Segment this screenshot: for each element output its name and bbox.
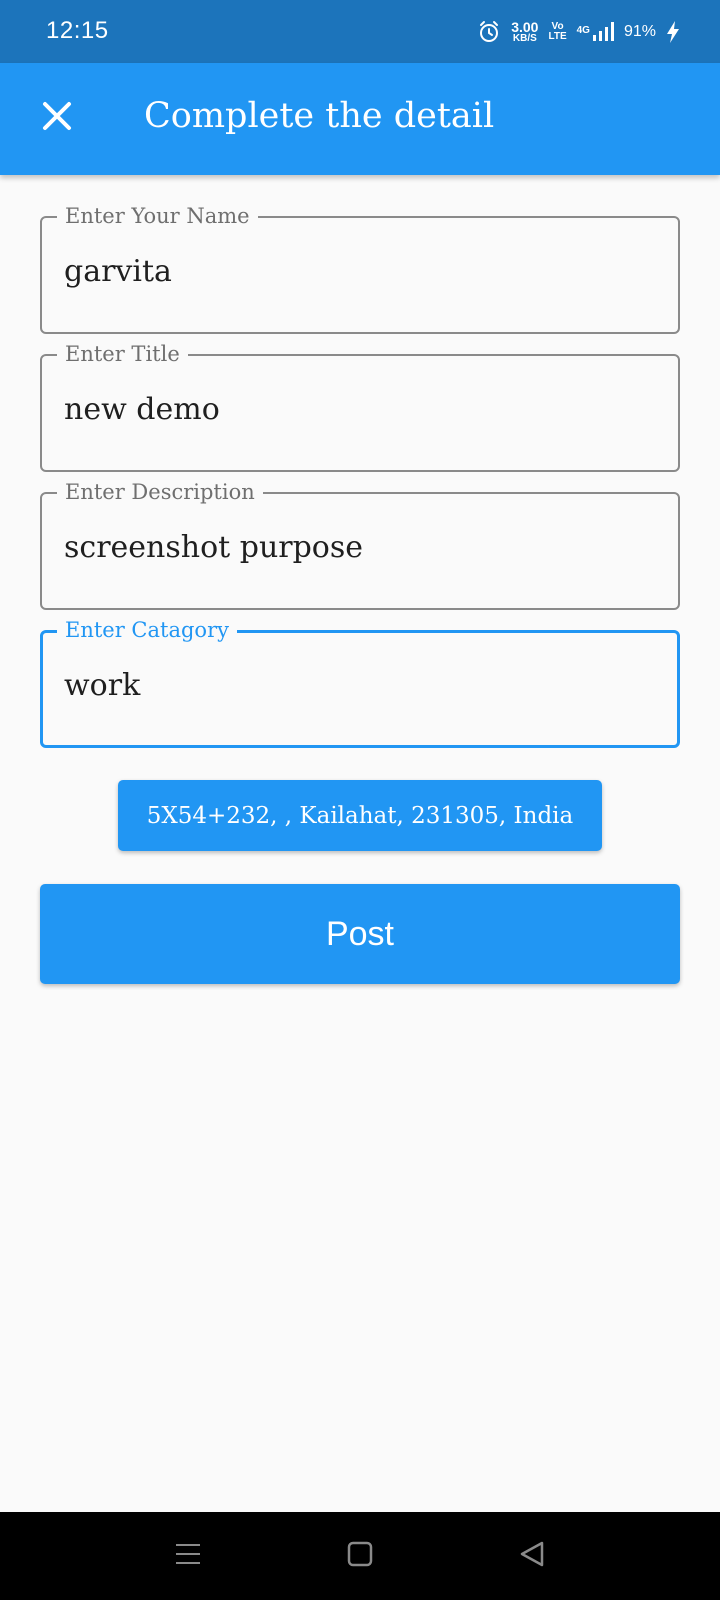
status-bar: 12:15 3.00 KB/S Vo LTE 4G 91% bbox=[0, 0, 720, 63]
location-button[interactable]: 5X54+232, , Kailahat, 231305, India bbox=[118, 780, 602, 851]
signal-icon bbox=[592, 21, 614, 43]
close-button[interactable] bbox=[30, 91, 84, 145]
back-icon bbox=[518, 1540, 546, 1573]
navigation-bar bbox=[0, 1512, 720, 1600]
network-indicator: 4G bbox=[577, 21, 614, 43]
home-button[interactable] bbox=[338, 1534, 382, 1578]
back-button[interactable] bbox=[510, 1534, 554, 1578]
status-icons: 3.00 KB/S Vo LTE 4G 91% bbox=[477, 14, 680, 50]
network-speed: 3.00 KB/S bbox=[511, 20, 538, 44]
title-field-label: Enter Title bbox=[57, 341, 188, 367]
description-field[interactable]: Enter Description screenshot purpose bbox=[40, 479, 680, 610]
menu-icon bbox=[174, 1540, 202, 1573]
title-field[interactable]: Enter Title new demo bbox=[40, 341, 680, 472]
battery-percent: 91% bbox=[623, 23, 656, 40]
network-type: 4G bbox=[576, 25, 590, 36]
menu-button[interactable] bbox=[166, 1534, 210, 1578]
close-icon bbox=[41, 100, 73, 137]
post-button[interactable]: Post bbox=[40, 884, 680, 984]
category-field-value: work bbox=[64, 668, 141, 703]
app-bar: Complete the detail bbox=[0, 63, 720, 175]
title-field-value: new demo bbox=[64, 392, 220, 427]
category-field-label: Enter Catagory bbox=[57, 617, 237, 643]
volte-bottom: LTE bbox=[548, 31, 567, 42]
home-icon bbox=[346, 1540, 374, 1573]
charging-icon bbox=[666, 20, 680, 44]
category-field[interactable]: Enter Catagory work bbox=[40, 617, 680, 748]
alarm-icon bbox=[477, 20, 501, 44]
name-field-value: garvita bbox=[64, 254, 172, 289]
name-field[interactable]: Enter Your Name garvita bbox=[40, 203, 680, 334]
name-field-label: Enter Your Name bbox=[57, 203, 258, 229]
volte-indicator: Vo LTE bbox=[548, 22, 566, 42]
description-field-value: screenshot purpose bbox=[64, 530, 364, 565]
description-field-label: Enter Description bbox=[57, 479, 263, 505]
status-time: 12:15 bbox=[46, 17, 109, 44]
speed-value: 3.00 bbox=[511, 19, 539, 35]
speed-unit: KB/S bbox=[512, 33, 537, 44]
page-title: Complete the detail bbox=[144, 96, 495, 136]
